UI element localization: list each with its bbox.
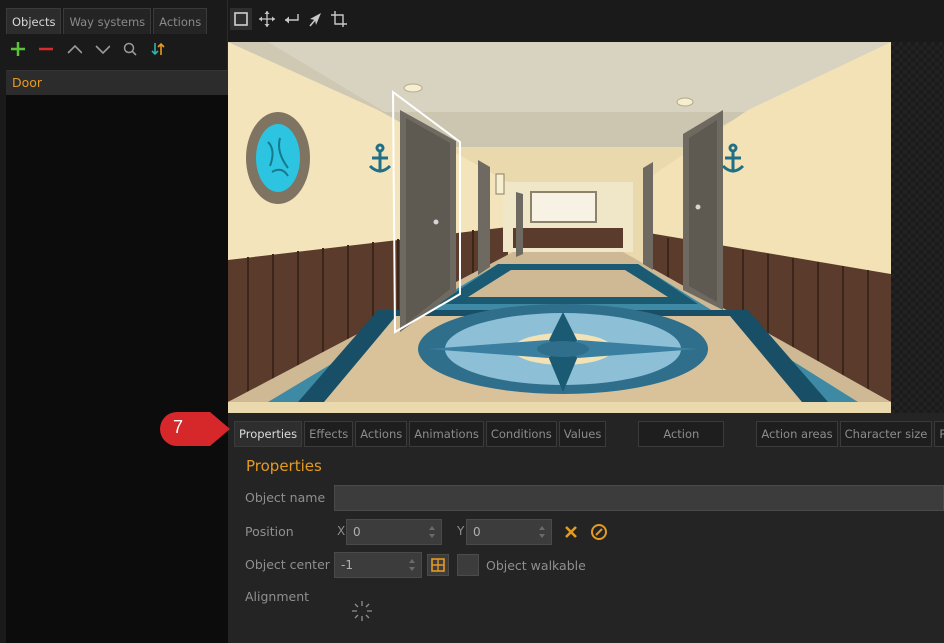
object-list: Door [6,70,228,643]
alignment-grid-icon [352,585,403,621]
object-list-toolbar [10,38,166,60]
remove-icon[interactable] [38,40,54,58]
object-walkable-checkbox[interactable] [457,554,479,576]
position-y-input[interactable]: 0 [466,519,552,545]
return-icon[interactable] [280,8,302,30]
tab-properties[interactable]: Properties [234,421,303,447]
position-label: Position [245,524,294,539]
tab-animations[interactable]: Animations [409,421,484,447]
left-tab-bar: Objects Way systems Actions [6,8,208,34]
tab-actions[interactable]: Actions [355,421,408,447]
move-down-icon[interactable] [94,40,110,58]
corridor-scene-image [228,42,891,402]
tab-actions-left[interactable]: Actions [153,8,208,34]
x-axis-label: X [337,524,346,538]
move-up-icon[interactable] [66,40,82,58]
tab-action-areas[interactable]: Action areas [756,421,838,447]
object-name-input[interactable] [334,485,944,511]
spin-arrows-icon[interactable] [427,524,437,540]
step-callout: 7 [158,410,232,448]
spin-arrows-icon[interactable] [537,524,547,540]
tab-preview[interactable]: Pre [934,421,944,447]
position-y-value: 0 [473,525,481,539]
spin-arrows-icon[interactable] [407,557,417,573]
tab-values[interactable]: Values [558,421,607,447]
reset-position-button[interactable] [560,521,582,543]
properties-heading: Properties [246,457,322,475]
object-center-input[interactable]: -1 [334,552,422,578]
tab-way-systems[interactable]: Way systems [63,8,152,34]
callout-number: 7 [172,417,183,437]
add-icon[interactable] [10,40,26,58]
callout-badge-icon [160,412,230,446]
pick-center-button[interactable] [427,554,449,576]
y-axis-label: Y [457,524,465,538]
properties-panel: Properties Effects Actions Animations Co… [228,413,944,643]
crosshair-grid-icon [431,558,445,572]
position-x-input[interactable]: 0 [346,519,442,545]
position-x-value: 0 [353,525,361,539]
alignment-selector[interactable] [340,585,403,633]
tab-objects[interactable]: Objects [6,8,62,34]
close-x-icon [565,526,577,538]
search-icon[interactable] [122,40,138,58]
tab-conditions[interactable]: Conditions [485,421,557,447]
tab-action[interactable]: Action [638,421,725,447]
sort-icon[interactable] [150,40,166,58]
tab-character-size[interactable]: Character size [839,421,933,447]
scene-overflow-area [891,42,944,413]
crop-icon[interactable] [328,8,350,30]
select-rect-icon[interactable] [230,8,252,30]
alignment-label: Alignment [245,589,310,604]
scene-toolbar [228,0,944,42]
object-name-label: Object name [245,490,326,505]
pointer-icon[interactable] [304,8,326,30]
list-item-door[interactable]: Door [6,71,228,95]
move-icon[interactable] [256,8,278,30]
scene-canvas[interactable] [228,42,891,413]
object-center-label: Object center [245,557,330,572]
objects-panel: Objects Way systems Actions Door [0,0,228,643]
target-icon [591,524,607,540]
pick-position-button[interactable] [588,521,610,543]
bottom-tab-bar: Properties Effects Actions Animations Co… [234,421,944,447]
object-walkable-label: Object walkable [486,558,586,573]
object-center-value: -1 [341,558,353,572]
tab-effects[interactable]: Effects [304,421,354,447]
